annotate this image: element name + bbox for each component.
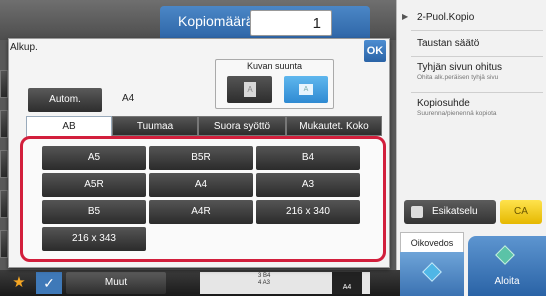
size-button-a5r[interactable]: A5R [42, 173, 146, 197]
side-tab[interactable] [0, 70, 8, 98]
expand-arrow-icon[interactable]: ▶ [402, 12, 408, 21]
copies-input[interactable]: 1 [250, 10, 332, 36]
proof-copy-label: Oikovedos [400, 232, 464, 252]
orientation-portrait-button[interactable]: A [227, 76, 272, 103]
right-item-sublabel: Ohita alk.peräisen tyhjä sivu [417, 74, 499, 81]
side-tab[interactable] [0, 230, 8, 258]
tray-line: 4 A3 [258, 280, 271, 286]
size-button-216x343[interactable]: 216 x 343 [42, 227, 146, 251]
right-item-label: Tyhjän sivun ohitus [417, 62, 503, 73]
side-tab[interactable] [0, 110, 8, 138]
tab-inch[interactable]: Tuumaa [112, 116, 198, 136]
current-size: A4 [122, 93, 135, 104]
check-icon[interactable]: ✓ [36, 272, 62, 294]
dialog-title: Alkup. [10, 42, 38, 53]
size-button-a5[interactable]: A5 [42, 146, 146, 170]
tray-status: 3 B4 4 A3 [258, 272, 298, 294]
size-button-a3[interactable]: A3 [256, 173, 360, 197]
orientation-label: Kuvan suunta [246, 61, 303, 71]
right-item-label: Kopiosuhde [417, 98, 470, 109]
right-item-sublabel: Suurenna/pienennä kopiota [417, 110, 497, 117]
size-button-b5r[interactable]: B5R [149, 146, 253, 170]
side-tab[interactable] [0, 150, 8, 178]
portrait-page-icon: A [244, 82, 256, 97]
size-button-a4r[interactable]: A4R [149, 200, 253, 224]
paper-size-indicator: A4 [332, 272, 362, 294]
right-item-duplex[interactable]: 2-Puol.Kopio [417, 12, 545, 23]
tab-ab[interactable]: AB [26, 116, 112, 138]
favorite-star-icon[interactable]: ★ [6, 272, 32, 294]
clear-all-button[interactable]: CA [500, 200, 542, 224]
start-label: Aloita [494, 276, 520, 287]
divider [411, 56, 543, 57]
size-button-b5[interactable]: B5 [42, 200, 146, 224]
right-item-label: Taustan säätö [417, 38, 480, 49]
side-tab[interactable] [0, 190, 8, 218]
orientation-landscape-button[interactable]: A [284, 76, 328, 103]
start-button[interactable] [468, 236, 546, 296]
tab-bypass[interactable]: Suora syöttö [198, 116, 286, 136]
preview-icon [411, 206, 423, 218]
landscape-page-icon: A [299, 84, 313, 95]
size-button-216x340[interactable]: 216 x 340 [256, 200, 360, 224]
auto-button[interactable]: Autom. [28, 88, 102, 112]
size-button-b4[interactable]: B4 [256, 146, 360, 170]
tab-custom-size[interactable]: Mukautet. Koko [286, 116, 382, 136]
divider [411, 92, 543, 93]
divider [411, 30, 543, 31]
right-item-label: 2-Puol.Kopio [417, 12, 475, 23]
size-button-a4[interactable]: A4 [149, 173, 253, 197]
right-item-blank-skip[interactable]: Tyhjän sivun ohitus Ohita alk.peräisen t… [417, 62, 545, 81]
right-item-zoom[interactable]: Kopiosuhde Suurenna/pienennä kopiota [417, 98, 545, 117]
others-button[interactable]: Muut [66, 272, 166, 294]
copies-label: Kopiomäärä [178, 13, 254, 29]
right-item-background[interactable]: Taustan säätö [417, 38, 545, 49]
tray-line: 3 B4 [258, 273, 271, 279]
ok-button[interactable]: OK [364, 40, 386, 62]
